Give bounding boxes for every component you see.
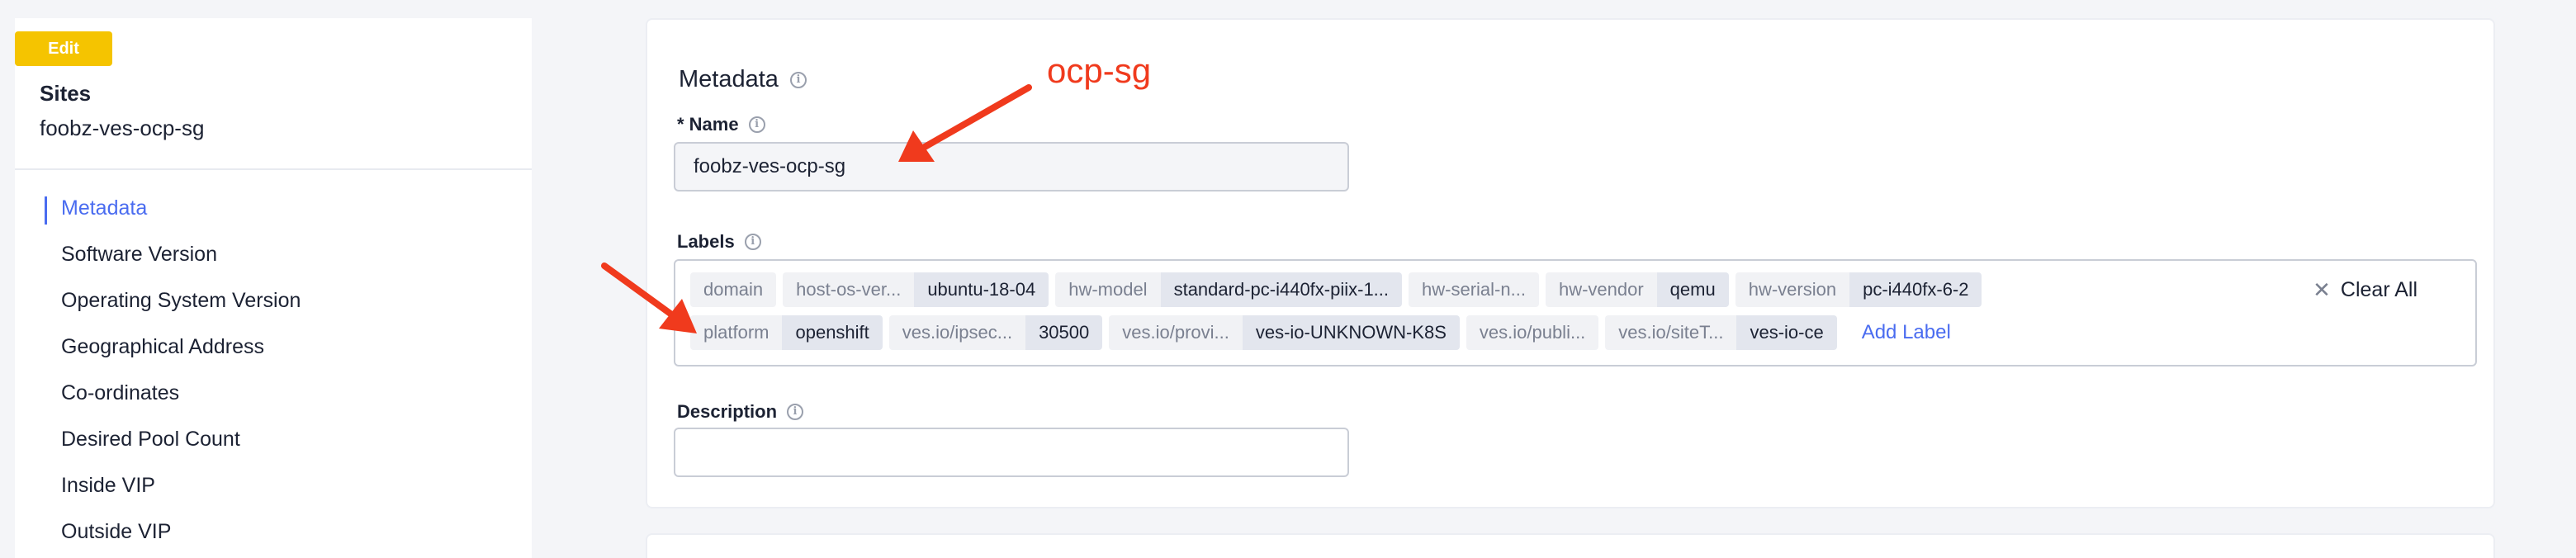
annotation-arrow-labels — [601, 262, 697, 333]
annotation-arrow-name — [898, 84, 1032, 162]
annotation-arrows — [601, 84, 1032, 333]
